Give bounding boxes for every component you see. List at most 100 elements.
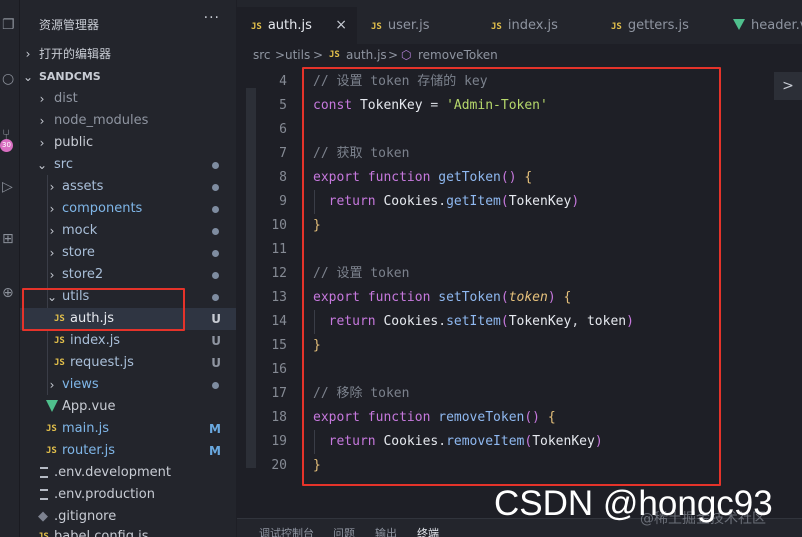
tab-header-vue[interactable]: header.vu — [719, 7, 802, 44]
line-number: 8 — [279, 170, 287, 185]
tree-item-index-js[interactable]: JS index.js U — [20, 330, 236, 352]
tree-item-dist[interactable]: › dist — [20, 88, 236, 110]
tree-item-label: .env.development — [54, 465, 171, 480]
tree-item-label: components — [62, 201, 143, 216]
chevron-right-icon: › — [39, 92, 45, 106]
line-number: 18 — [271, 410, 287, 425]
chevron-right-icon: › — [49, 378, 55, 392]
tree-item-node-modules[interactable]: › node_modules — [20, 110, 236, 132]
tree-item-label: App.vue — [62, 399, 116, 414]
line-number: 12 — [271, 266, 287, 281]
env-file-icon — [40, 467, 48, 478]
open-editors-section[interactable]: › 打开的编辑器 — [20, 43, 236, 65]
method-icon: ⬡ — [401, 48, 412, 62]
files-icon[interactable]: ❐ — [0, 14, 20, 36]
js-file-icon: JS — [54, 358, 65, 368]
modified-dot — [212, 382, 219, 389]
open-editors-label: 打开的编辑器 — [39, 47, 112, 61]
editor-tabs: JS auth.js × JS user.js JS index.js JS gette… — [237, 0, 802, 44]
tree-item-label: src — [54, 157, 73, 172]
tree-item-babel-config[interactable]: JS babel.config.js — [20, 526, 236, 537]
line-number: 13 — [271, 290, 287, 305]
extensions-icon[interactable]: ⊞ — [0, 228, 20, 250]
chevron-right-icon: › — [49, 224, 55, 238]
chevron-right-icon: › — [49, 246, 55, 260]
js-file-icon: JS — [54, 336, 65, 346]
line-number: 6 — [279, 122, 287, 137]
modified-dot — [212, 228, 219, 235]
breadcrumb-separator: > — [275, 48, 286, 62]
line-number: 4 — [279, 74, 287, 89]
tree-item-store[interactable]: › store — [20, 242, 236, 264]
env-file-icon — [40, 489, 48, 500]
tree-item-label: dist — [54, 91, 78, 106]
tree-item-mock[interactable]: › mock — [20, 220, 236, 242]
highlight-box-code — [302, 67, 721, 486]
tree-item-label: request.js — [70, 355, 134, 370]
close-icon[interactable]: × — [335, 7, 347, 44]
chevron-right-icon: › — [25, 47, 31, 61]
breadcrumb-separator: > — [388, 48, 399, 62]
modified-dot — [212, 294, 219, 301]
line-number: 20 — [271, 458, 287, 473]
tree-item-label: store2 — [62, 267, 104, 282]
chevron-right-icon: › — [49, 268, 55, 282]
panel-tab-terminal[interactable]: 终端 — [417, 525, 439, 537]
breadcrumb-symbol[interactable]: removeToken — [418, 44, 498, 66]
tab-label: index.js — [507, 18, 558, 33]
tree-item-env-production[interactable]: .env.production — [20, 484, 236, 506]
panel-tab-output[interactable]: 输出 — [375, 525, 397, 537]
breadcrumb-file[interactable]: auth.js — [346, 44, 387, 66]
project-section[interactable]: ⌄ SANDCMS — [20, 66, 236, 88]
js-file-icon: JS — [46, 424, 57, 434]
modified-dot — [212, 162, 219, 169]
tab-index-js[interactable]: JS index.js — [477, 7, 597, 44]
run-debug-icon[interactable]: ▷ — [0, 176, 20, 198]
breadcrumb-src[interactable]: src — [253, 44, 271, 66]
chevron-right-icon: › — [49, 202, 55, 216]
git-status: U — [211, 334, 221, 348]
more-actions-icon[interactable]: ··· — [204, 10, 220, 26]
tree-item-public[interactable]: › public — [20, 132, 236, 154]
tree-item-label: .env.production — [54, 487, 155, 502]
js-file-icon: JS — [491, 22, 502, 32]
remote-icon[interactable]: ⊕ — [0, 282, 20, 304]
js-file-icon: JS — [46, 446, 57, 456]
project-label: SANDCMS — [39, 70, 101, 83]
modified-dot — [212, 272, 219, 279]
tree-item-label: public — [54, 135, 94, 150]
tab-user-js[interactable]: JS user.js — [357, 7, 477, 44]
tree-item-views[interactable]: › views — [20, 374, 236, 396]
search-icon[interactable]: ○ — [0, 68, 20, 90]
line-number: 14 — [271, 314, 287, 329]
tab-auth-js[interactable]: JS auth.js × — [237, 7, 357, 44]
breadcrumb-utils[interactable]: utils — [285, 44, 310, 66]
activity-bar: ❐ ○ ⑂ 30 ▷ ⊞ ⊕ — [0, 0, 20, 537]
explorer-header: 资源管理器 ··· — [20, 0, 236, 44]
explorer-title: 资源管理器 — [39, 18, 100, 32]
modified-dot — [212, 184, 219, 191]
tree-item-assets[interactable]: › assets — [20, 176, 236, 198]
tree-item-request-js[interactable]: JS request.js U — [20, 352, 236, 374]
tree-item-router-js[interactable]: JS router.js M — [20, 440, 236, 462]
tree-item-env-development[interactable]: .env.development — [20, 462, 236, 484]
tree-item-components[interactable]: › components — [20, 198, 236, 220]
panel-tab-problems[interactable]: 问题 — [333, 525, 355, 537]
panel-tab-debug-console[interactable]: 调试控制台 — [259, 525, 314, 537]
tree-item-label: main.js — [62, 421, 109, 436]
vue-file-icon — [46, 400, 58, 412]
js-file-icon: JS — [251, 22, 262, 32]
git-status: M — [209, 444, 221, 458]
tree-item-app-vue[interactable]: App.vue — [20, 396, 236, 418]
git-status: U — [211, 356, 221, 370]
git-status: M — [209, 422, 221, 436]
tree-item-src[interactable]: ⌄ src — [20, 154, 236, 176]
highlight-box-utils — [22, 288, 185, 331]
tree-item-main-js[interactable]: JS main.js M — [20, 418, 236, 440]
line-number: 9 — [279, 194, 287, 209]
tree-item-store2[interactable]: › store2 — [20, 264, 236, 286]
tab-getters-js[interactable]: JS getters.js — [597, 7, 719, 44]
js-file-icon: JS — [371, 22, 382, 32]
line-number: 17 — [271, 386, 287, 401]
tree-item-gitignore[interactable]: ◆ .gitignore — [20, 506, 236, 528]
